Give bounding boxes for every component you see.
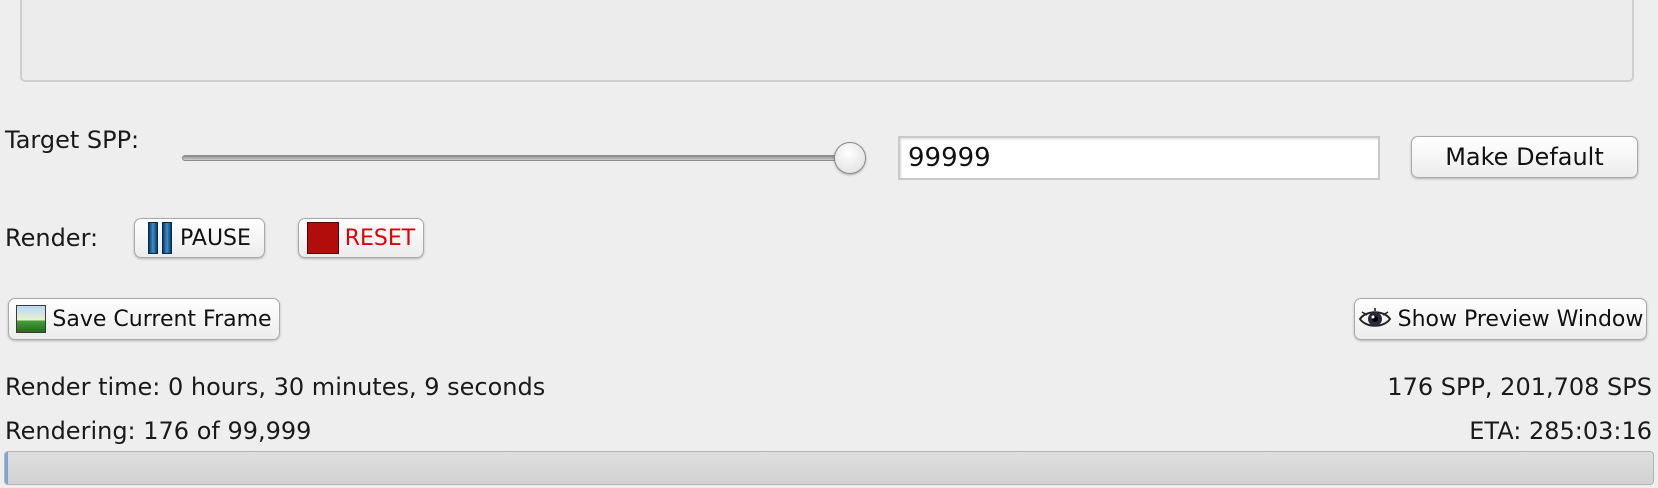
- reset-label: RESET: [344, 225, 416, 251]
- rendering-progress-text: Rendering: 176 of 99,999: [5, 417, 312, 445]
- pause-icon: [148, 222, 174, 254]
- make-default-label: Make Default: [1445, 143, 1604, 171]
- save-current-frame-button[interactable]: Save Current Frame: [8, 298, 280, 340]
- target-spp-input[interactable]: [898, 136, 1380, 180]
- speed-text: 176 SPP, 201,708 SPS: [1387, 373, 1652, 401]
- eta-text: ETA: 285:03:16: [1469, 417, 1652, 445]
- eye-icon: [1358, 306, 1392, 332]
- render-time-text: Render time: 0 hours, 30 minutes, 9 seco…: [5, 373, 546, 401]
- make-default-button[interactable]: Make Default: [1411, 136, 1638, 178]
- stop-icon: [306, 222, 339, 254]
- picture-icon: [16, 305, 47, 333]
- slider-track[interactable]: [182, 155, 862, 161]
- target-spp-label: Target SPP:: [5, 126, 140, 154]
- render-progress-bar: [4, 451, 1654, 485]
- pause-button[interactable]: PAUSE: [134, 218, 265, 258]
- save-frame-label: Save Current Frame: [52, 306, 272, 332]
- pause-label: PAUSE: [180, 225, 251, 251]
- reset-button[interactable]: RESET: [298, 218, 424, 258]
- show-preview-label: Show Preview Window: [1397, 306, 1644, 332]
- show-preview-window-button[interactable]: Show Preview Window: [1354, 298, 1647, 340]
- progress-fill: [5, 452, 8, 484]
- top-panel: [20, 0, 1634, 82]
- slider-knob[interactable]: [834, 142, 866, 174]
- render-label: Render:: [5, 224, 99, 252]
